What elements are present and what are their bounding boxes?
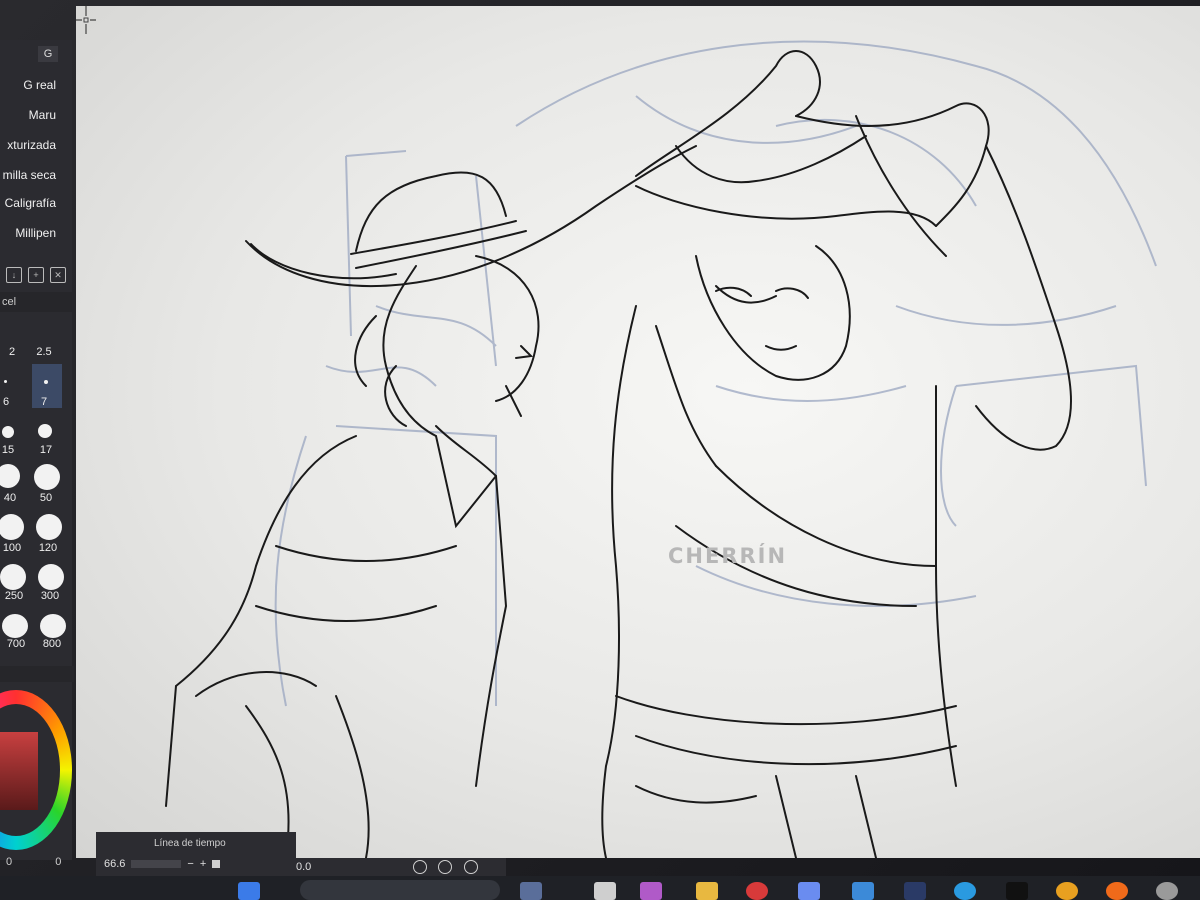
brush-panel-tab[interactable]: G	[38, 46, 58, 62]
zoom-slider[interactable]	[131, 860, 182, 868]
rotate-right-icon[interactable]	[438, 860, 453, 875]
brush-item-millipen[interactable]: Millipen	[15, 226, 56, 240]
color-value-labels: 0 0	[6, 856, 61, 868]
tiktok-icon[interactable]	[1006, 882, 1028, 900]
folder-icon[interactable]	[696, 882, 718, 900]
drawing-canvas[interactable]: CHERRÍN	[76, 6, 1200, 858]
rotate-left-icon[interactable]	[413, 860, 428, 875]
size-50-label[interactable]: 50	[34, 492, 58, 504]
brush-item-maru[interactable]: Maru	[29, 108, 56, 122]
store-icon[interactable]	[852, 882, 874, 900]
edge-icon[interactable]	[954, 882, 976, 900]
firefox-icon[interactable]	[1106, 882, 1128, 900]
timeline-title: Línea de tiempo	[154, 838, 226, 849]
size-250-dot[interactable]	[0, 564, 26, 590]
windows-start-icon[interactable]	[238, 882, 260, 900]
zoom-value[interactable]: 66.6	[104, 858, 125, 870]
file-explorer-icon[interactable]	[520, 882, 542, 900]
import-icon[interactable]: ↓	[6, 267, 22, 283]
size-100-label[interactable]: 100	[0, 542, 24, 554]
rotation-bar: 0.0	[296, 858, 506, 876]
size-50-dot[interactable]	[34, 464, 60, 490]
brush-item-caligrafia[interactable]: Caligrafía	[5, 196, 56, 210]
size-100-dot[interactable]	[0, 514, 24, 540]
chrome-icon[interactable]	[1056, 882, 1078, 900]
timeline-panel: Línea de tiempo 66.6 − +	[96, 832, 296, 876]
size-6-label[interactable]: 6	[0, 396, 18, 408]
size-800-label[interactable]: 800	[40, 638, 64, 650]
reset-rotation-icon[interactable]	[463, 860, 478, 875]
size-7-label[interactable]: 7	[32, 396, 56, 408]
size-120-label[interactable]: 120	[36, 542, 60, 554]
copilot-icon[interactable]	[798, 882, 820, 900]
trash-icon[interactable]: ✕	[50, 267, 66, 283]
timeline-controls: 66.6 − +	[104, 858, 221, 870]
size-800-dot[interactable]	[40, 614, 66, 638]
size-2-5-label[interactable]: 2.5	[32, 346, 56, 358]
zoom-out-button[interactable]: −	[187, 858, 193, 870]
size-250-label[interactable]: 250	[2, 590, 26, 602]
watermark-text: CHERRÍN	[668, 544, 788, 568]
size-700-label[interactable]: 700	[4, 638, 28, 650]
brush-item-milla-seca[interactable]: milla seca	[3, 168, 56, 182]
size-17-dot[interactable]	[38, 424, 52, 438]
brush-item-texturizada[interactable]: xturizada	[7, 138, 56, 152]
zoom-in-button[interactable]: +	[200, 858, 206, 870]
app-icon[interactable]	[1156, 882, 1178, 900]
stop-icon[interactable]	[212, 860, 221, 868]
panel-section-label: cel	[0, 292, 74, 312]
size-300-dot[interactable]	[38, 564, 64, 590]
clip-studio-icon[interactable]	[904, 882, 926, 900]
brush-tools-row: ↓ + ✕	[6, 266, 72, 284]
taskbar-search-icon[interactable]	[300, 880, 500, 900]
size-6-dot[interactable]	[4, 380, 7, 383]
brush-item-g-real[interactable]: G real	[23, 78, 56, 92]
size-17-label[interactable]: 17	[34, 444, 58, 456]
color-right-value: 0	[55, 856, 62, 868]
crosshair-icon	[76, 6, 96, 34]
size-120-dot[interactable]	[36, 514, 62, 540]
size-700-dot[interactable]	[2, 614, 28, 638]
panel-toolbar-strip	[0, 666, 74, 682]
color-saturation-square[interactable]	[0, 732, 38, 810]
notepad-icon[interactable]	[594, 882, 616, 900]
rotation-value[interactable]: 0.0	[296, 861, 311, 873]
duplicate-icon[interactable]: +	[28, 267, 44, 283]
size-40-label[interactable]: 40	[0, 492, 22, 504]
app-icon[interactable]	[640, 882, 662, 900]
size-15-dot[interactable]	[2, 426, 14, 438]
size-15-label[interactable]: 15	[0, 444, 20, 456]
size-2-label[interactable]: 2	[0, 346, 24, 358]
pinterest-icon[interactable]	[746, 882, 768, 900]
size-7-dot[interactable]	[44, 380, 48, 384]
color-left-value: 0	[6, 856, 13, 868]
sketch-drawing	[165, 40, 1157, 858]
monitor-screen: CHERRÍN G G real Maru xturizada milla se…	[0, 0, 1200, 900]
size-40-dot[interactable]	[0, 464, 20, 488]
size-300-label[interactable]: 300	[38, 590, 62, 602]
